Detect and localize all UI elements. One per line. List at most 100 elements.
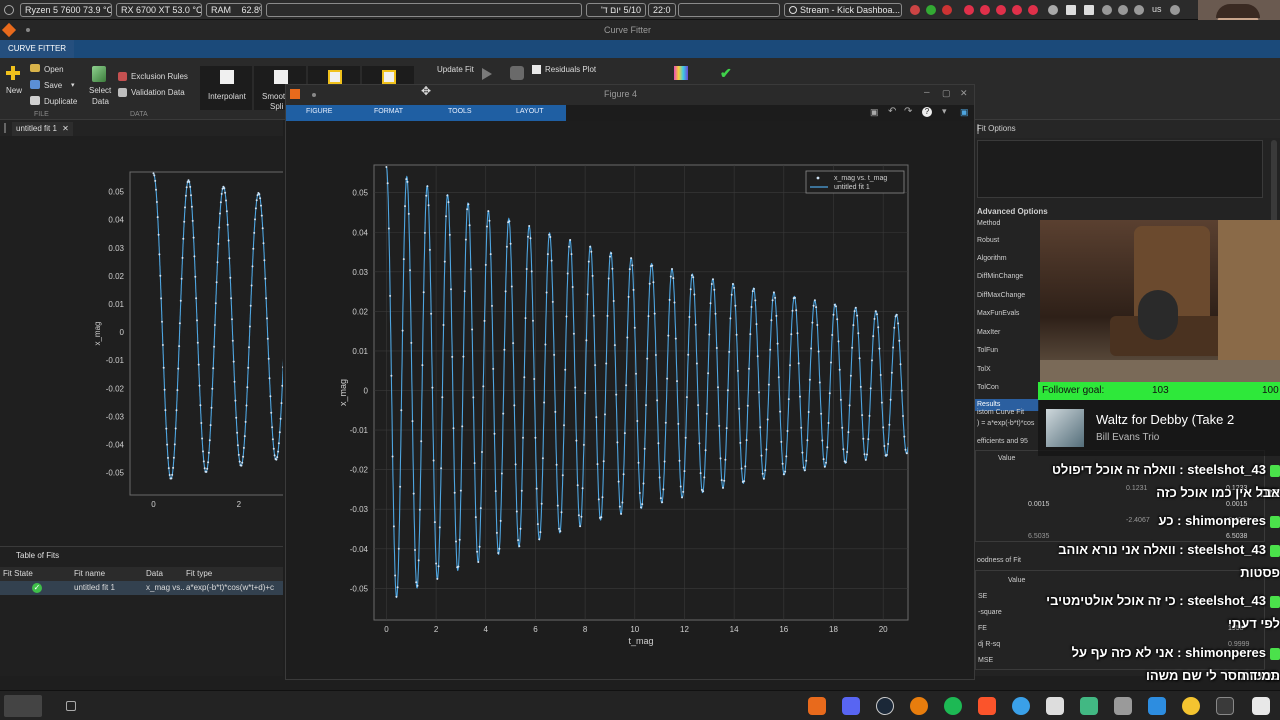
tray-icon[interactable] [942,5,952,15]
play-icon[interactable] [482,68,492,80]
column-header[interactable]: Fit State [3,567,33,581]
save-icon[interactable] [30,80,40,89]
y-tick-label: 0.04 [352,228,368,237]
option-tolx[interactable]: TolX [977,366,991,373]
hexagon-icon[interactable] [510,66,524,80]
chevron-down-icon[interactable]: ▾ [71,81,75,89]
exclusion-rules-icon[interactable] [118,72,127,81]
select-data-label-1[interactable]: Select [89,86,111,95]
help-icon[interactable]: ? [922,107,932,117]
brave-icon[interactable] [978,697,996,715]
exclusion-rules-button[interactable]: Exclusion Rules [131,72,188,81]
open-button[interactable]: Open [44,65,64,74]
blender-icon[interactable] [910,697,928,715]
open-icon[interactable] [30,64,40,72]
tray-icon[interactable] [1048,5,1058,15]
close-icon[interactable]: ✕ [62,124,69,133]
checkmark-icon[interactable]: ✔ [720,66,736,80]
bluetooth-icon[interactable] [1118,5,1128,15]
notification-icon[interactable] [1170,5,1180,15]
option-method[interactable]: Method [977,220,1000,227]
option-robust[interactable]: Robust [977,237,999,244]
tab-figure[interactable]: FIGURE [306,108,332,115]
desktop-icon[interactable] [66,701,76,711]
tray-icon[interactable] [964,5,974,15]
tab-format[interactable]: FORMAT [374,108,403,115]
app-menu-icon[interactable] [4,5,14,15]
tab-layout[interactable]: LAYOUT [516,108,544,115]
column-header[interactable]: Data [146,567,163,581]
tray-icon[interactable] [910,5,920,15]
tray-icon[interactable] [1028,5,1038,15]
dock-icon[interactable]: ▣ [960,107,969,118]
tab-curve-fitter[interactable]: CURVE FITTER [0,40,75,58]
duplicate-icon[interactable] [30,96,40,105]
inkscape-icon[interactable] [1046,697,1064,715]
option-algorithm[interactable]: Algorithm [977,255,1007,262]
obs-icon[interactable] [1252,697,1270,715]
matlab-taskbar-icon[interactable] [808,697,826,715]
keyboard-layout[interactable]: us [1152,4,1162,14]
residuals-plot-button[interactable]: Residuals Plot [545,65,596,74]
maximize-icon[interactable]: ▢ [942,88,951,99]
option-maxfunevals[interactable]: MaxFunEvals [977,310,1019,317]
fit-plot-preview-canvas[interactable]: 0.05 0.04 0.03 0.02 0.01 0 -0.01 -0.02 -0.03 -0.0… [0,136,283,546]
window-list-bar[interactable] [266,3,582,17]
active-window-title[interactable]: Stream - Kick Dashboa... [784,3,902,17]
residuals-plot-icon[interactable] [532,65,541,74]
close-icon[interactable]: ✕ [960,88,968,99]
fit-gallery-interpolant[interactable]: Interpolant [200,66,252,110]
tray-icon[interactable] [1066,5,1076,15]
validation-data-button[interactable]: Validation Data [131,88,185,97]
select-data-label-2[interactable]: Data [92,97,109,106]
speaker-icon[interactable] [1102,5,1112,15]
column-header[interactable]: Fit name [74,567,105,581]
new-button[interactable]: New [6,86,22,95]
save-button[interactable]: Save [44,81,62,90]
workspace-thumbnail[interactable] [4,695,42,717]
select-data-icon[interactable] [92,66,106,82]
steam-icon[interactable] [876,697,894,715]
network-icon[interactable] [1134,5,1144,15]
option-tolfun[interactable]: TolFun [977,347,998,354]
terminal-icon[interactable] [1216,697,1234,715]
app-icon[interactable] [1182,697,1200,715]
option-diffmaxchange[interactable]: DiffMaxChange [977,292,1025,299]
discord-icon[interactable] [842,697,860,715]
tray-icon[interactable] [1084,5,1094,15]
tray-icon[interactable] [980,5,990,15]
validation-data-icon[interactable] [118,88,127,97]
browser-icon[interactable] [1012,697,1030,715]
spotify-icon[interactable] [944,697,962,715]
color-palette-icon[interactable] [674,66,688,80]
option-maxiter[interactable]: MaxIter [977,329,1000,336]
duplicate-button[interactable]: Duplicate [44,97,77,106]
update-fit-button[interactable]: Update Fit [437,65,474,74]
tray-icon[interactable] [1012,5,1022,15]
option-tolcon[interactable]: TolCon [977,384,999,391]
minimize-icon[interactable]: – [924,87,930,98]
data-point [887,443,890,445]
store-icon[interactable] [1148,697,1166,715]
layers-icon[interactable] [1080,697,1098,715]
column-header[interactable]: Fit type [186,567,212,581]
save-figure-icon[interactable]: ▣ [870,107,879,118]
option-diffminchange[interactable]: DiffMinChange [977,273,1023,280]
new-icon[interactable] [6,66,20,80]
tray-icon[interactable] [996,5,1006,15]
table-row[interactable]: ✓ untitled fit 1 x_mag vs... a*exp(-b*t)… [0,581,283,595]
tab-tools[interactable]: TOOLS [448,108,472,115]
panel-scrollbar[interactable] [1271,140,1277,230]
redo-icon[interactable]: ↷ [904,106,912,117]
figure-canvas[interactable]: 0.05 0.04 0.03 0.02 0.01 0 -0.01 -0.02 -0.03 -0.0… [286,121,974,679]
fit-plot-preview[interactable]: 0.05 0.04 0.03 0.02 0.01 0 -0.01 -0.02 -0.03 -0.0… [0,136,283,546]
main-plot[interactable]: 0.05 0.04 0.03 0.02 0.01 0 -0.01 -0.02 -0.03 -0.0… [286,121,974,679]
tray-icon[interactable] [926,5,936,15]
figure-window[interactable]: Figure 4 – ▢ ✕ FIGURE FORMAT TOOLS LAYOU… [285,84,975,680]
advanced-options-header[interactable]: Advanced Options [977,207,1048,216]
files-icon[interactable] [1114,697,1132,715]
undo-icon[interactable]: ↶ [888,106,896,117]
data-point [192,236,195,239]
tab-untitled-fit-1[interactable]: untitled fit 1 ✕ [12,122,73,136]
chevron-down-icon[interactable]: ▾ [942,106,947,117]
